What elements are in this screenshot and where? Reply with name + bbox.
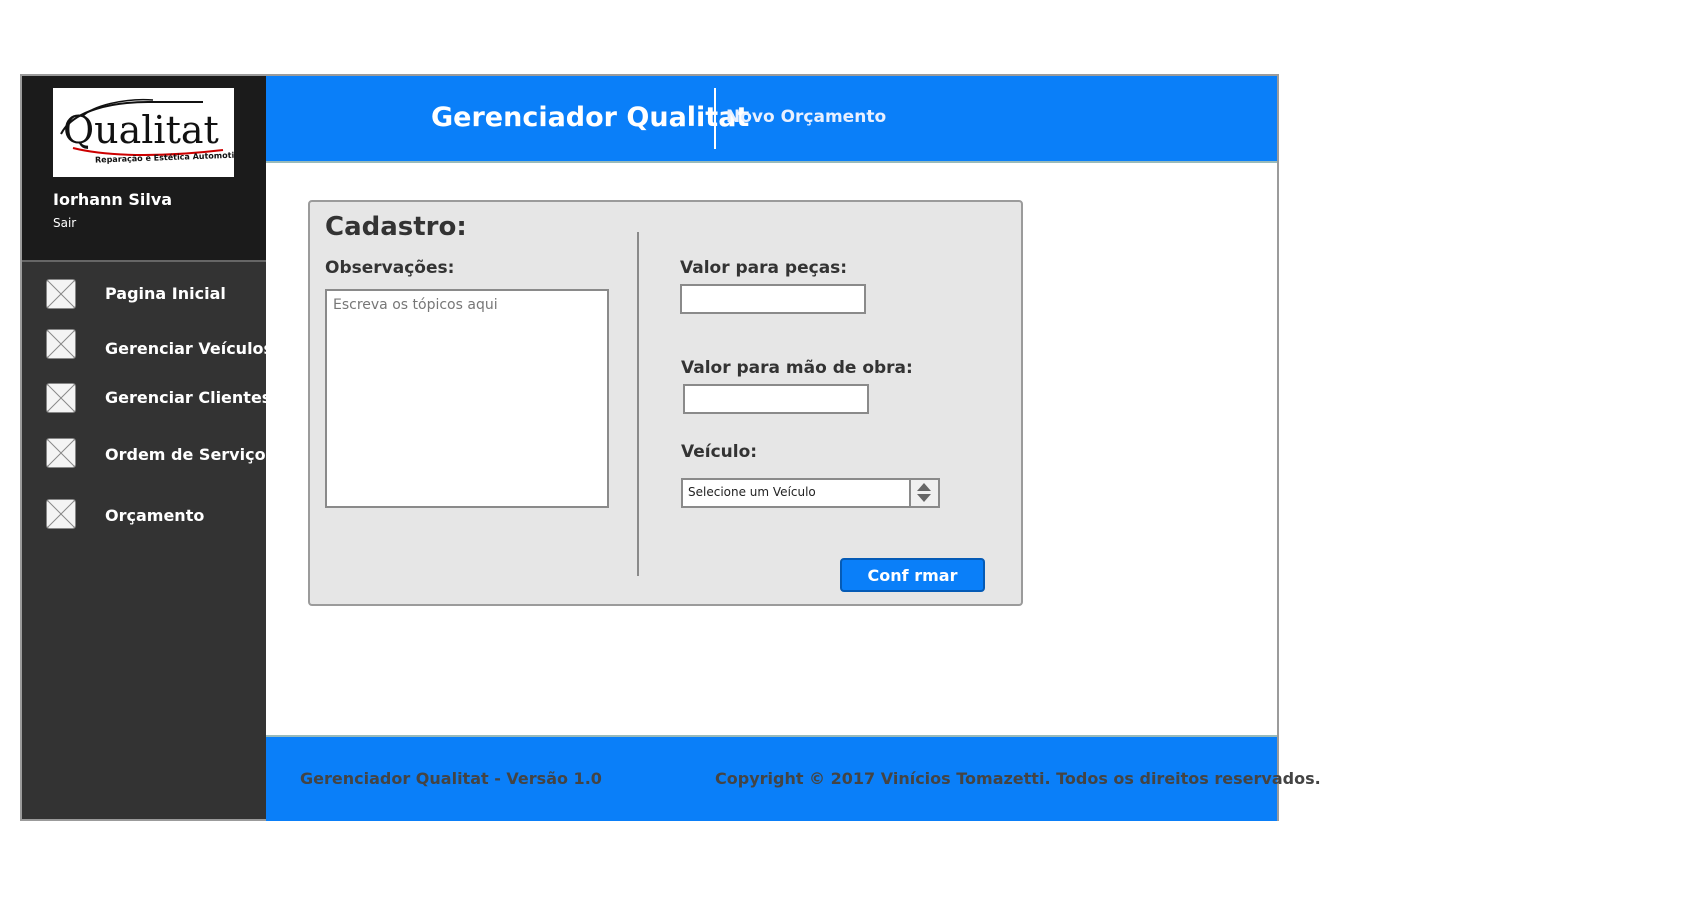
footer-copyright: Copyright © 2017 Vinícios Tomazetti. Tod… (715, 769, 1321, 788)
chevron-up-icon (917, 483, 931, 491)
form-column-divider (637, 232, 639, 576)
parts-value-label: Valor para peças: (680, 258, 848, 278)
placeholder-image-icon (46, 438, 76, 468)
sidebar-item-pagina-inicial[interactable]: Pagina Inicial (22, 279, 266, 319)
labor-value-input[interactable] (683, 384, 869, 414)
top-header: Gerenciador Qualitat Novo Orçamento (266, 76, 1277, 163)
app-title: Gerenciador Qualitat (431, 102, 750, 133)
user-name: Iorhann Silva (53, 190, 173, 209)
sidebar-item-label: Ordem de Serviço (105, 445, 266, 464)
sidebar: Qualitat Reparação e Estética Automotiva… (22, 76, 273, 819)
footer-version: Gerenciador Qualitat - Versão 1.0 (300, 769, 602, 788)
select-stepper[interactable] (909, 480, 938, 506)
parts-value-input[interactable] (680, 284, 866, 314)
sidebar-item-ordem-de-servico[interactable]: Ordem de Serviço (22, 438, 266, 478)
placeholder-image-icon (46, 329, 76, 359)
header-divider (714, 88, 716, 149)
chevron-down-icon (917, 494, 931, 502)
page-title: Novo Orçamento (726, 107, 887, 127)
logo-wordmark: Qualitat (63, 108, 219, 152)
sidebar-item-gerenciar-veiculos[interactable]: Gerenciar Veículos (22, 329, 273, 369)
budget-form-panel: Cadastro: Observações: Valor para peças:… (308, 200, 1023, 606)
placeholder-image-icon (46, 279, 76, 309)
sidebar-item-orcamento[interactable]: Orçamento (22, 499, 266, 539)
sidebar-item-label: Pagina Inicial (105, 284, 226, 303)
company-logo: Qualitat Reparação e Estética Automotiva (53, 88, 234, 177)
vehicle-label: Veículo: (681, 442, 758, 462)
footer: Gerenciador Qualitat - Versão 1.0 Copyri… (266, 735, 1321, 821)
placeholder-image-icon (46, 383, 76, 413)
confirm-button[interactable]: Conf rmar (840, 558, 985, 592)
sidebar-item-label: Orçamento (105, 506, 205, 525)
observations-label: Observações: (325, 258, 455, 278)
sidebar-item-gerenciar-clientes[interactable]: Gerenciar Clientes (22, 383, 271, 423)
vehicle-select[interactable]: Selecione um Veículo (681, 478, 940, 508)
labor-value-label: Valor para mão de obra: (681, 358, 913, 378)
logout-link[interactable]: Sair (53, 216, 76, 230)
app-window: Qualitat Reparação e Estética Automotiva… (20, 74, 1321, 821)
sidebar-item-label: Gerenciar Veículos (105, 339, 274, 358)
sidebar-profile: Qualitat Reparação e Estética Automotiva… (22, 76, 266, 262)
placeholder-image-icon (46, 499, 76, 529)
vehicle-select-value: Selecione um Veículo (688, 485, 816, 499)
observations-textarea[interactable] (325, 289, 609, 508)
sidebar-item-label: Gerenciar Clientes (105, 388, 272, 407)
form-title: Cadastro: (325, 212, 467, 242)
